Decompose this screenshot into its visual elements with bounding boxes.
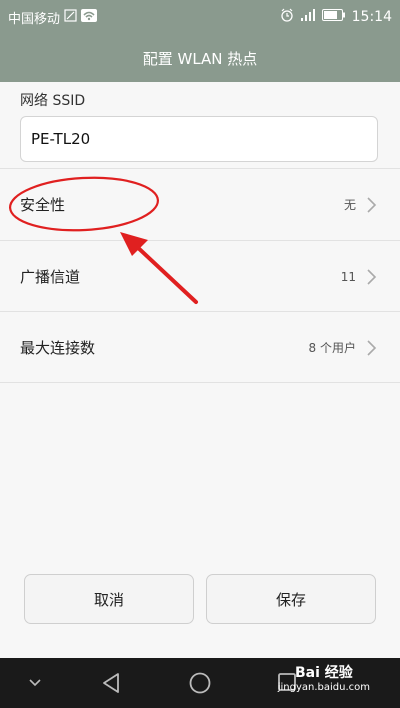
back-triangle-icon[interactable]: [100, 671, 122, 695]
signal-icon: [300, 8, 316, 26]
alarm-icon: [280, 8, 294, 26]
chevron-down-icon[interactable]: [28, 678, 42, 688]
chevron-right-icon: [367, 339, 377, 356]
clock: 15:14: [351, 9, 392, 25]
setting-value: 无: [343, 198, 356, 212]
watermark: Bai 经验 jingyan.baidu.com: [278, 662, 370, 693]
chevron-right-icon: [367, 268, 377, 285]
setting-label: 广播信道: [20, 268, 81, 286]
watermark-url: jingyan.baidu.com: [277, 682, 370, 693]
settings-content: 网络 SSID 安全性 无 广播信道 11 最大连接数 8 个用户 取消 保存: [0, 82, 400, 658]
cancel-button[interactable]: 取消: [24, 574, 194, 624]
setting-value: 8 个用户: [308, 341, 356, 355]
wifi-icon: [81, 8, 98, 26]
title-bar: 配置 WLAN 热点: [0, 34, 400, 82]
divider: [0, 382, 400, 383]
sim-icon: [64, 8, 77, 26]
carrier-name: 中国移动: [8, 11, 61, 27]
watermark-brand: Bai 经验: [294, 665, 353, 681]
page-title: 配置 WLAN 热点: [142, 49, 258, 68]
setting-row-max-connections[interactable]: 最大连接数 8 个用户: [0, 311, 400, 383]
setting-label: 安全性: [20, 196, 66, 214]
save-button[interactable]: 保存: [206, 574, 376, 624]
chevron-right-icon: [367, 196, 377, 213]
ssid-label: 网络 SSID: [20, 93, 86, 109]
status-right: 15:14: [280, 8, 392, 26]
status-bar: 中国移动 15:14: [0, 0, 400, 34]
setting-value: 11: [340, 269, 356, 284]
battery-icon: [321, 9, 346, 25]
setting-row-channel[interactable]: 广播信道 11: [0, 240, 400, 312]
setting-row-security[interactable]: 安全性 无: [0, 168, 400, 240]
ssid-input[interactable]: [20, 116, 378, 162]
status-left: 中国移动: [8, 8, 98, 27]
home-circle-icon[interactable]: [188, 671, 212, 695]
setting-label: 最大连接数: [20, 339, 96, 357]
